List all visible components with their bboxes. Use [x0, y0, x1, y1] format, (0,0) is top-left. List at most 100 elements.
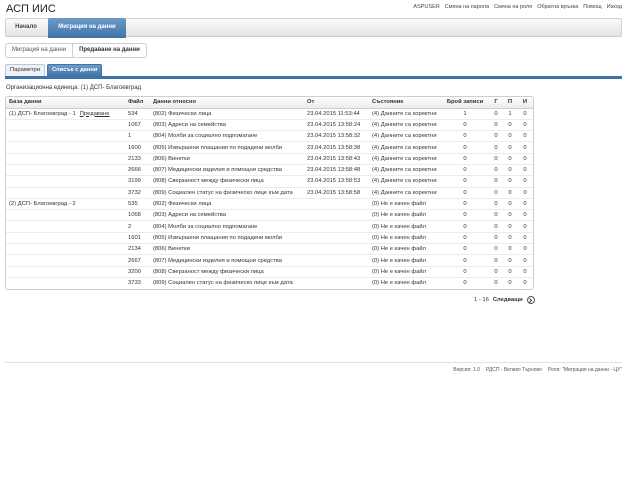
cell-count: 0 [441, 243, 489, 256]
cell-count-text: 0 [463, 223, 467, 230]
cell-status-text: (4) Данните са коректни [372, 121, 437, 128]
cell-data-about-text: (804) Молби за социално подпомагане [153, 133, 258, 140]
cell-p: 1 [503, 108, 517, 120]
cell-status: (0) Не е качен файл [369, 277, 441, 288]
cell-file-text: 1 [128, 133, 132, 140]
change-role-link[interactable]: Смяна на роля [494, 4, 532, 10]
cell-i: 0 [517, 141, 533, 154]
cell-file-text: 2666 [128, 167, 141, 174]
cell-p-text: 0 [508, 144, 512, 151]
cell-data-about: (803) Адреси на семейства [150, 119, 304, 132]
cell-file-text: 1601 [128, 234, 141, 241]
cell-file-text: 2134 [128, 246, 141, 253]
cell-from-text: 23.04.2015 13:58:43 [307, 155, 361, 162]
cell-status: (4) Данните са коректни [369, 187, 441, 199]
cell-p: 0 [503, 175, 517, 188]
cell-count: 0 [441, 187, 489, 199]
table-row: 3199 (808) Сверзаност между физически лиц… [6, 175, 533, 188]
footer-rdsp: РДСП - Велико Търново [485, 367, 542, 373]
cell-file-text: 2667 [128, 257, 141, 264]
cell-count-text: 0 [463, 121, 467, 128]
cell-status: (4) Данните са коректни [369, 164, 441, 177]
cell-status-text: (4) Данните са коректни [372, 144, 437, 151]
cell-status-text: (0) Не е качен файл [372, 268, 426, 275]
tab-parameters[interactable]: Параметри [5, 64, 45, 76]
change-password-link[interactable]: Смяна на парола [445, 4, 489, 10]
tab-data-list[interactable]: Списък с данни [46, 64, 103, 76]
feedback-link[interactable]: Обратна връзка [537, 4, 578, 10]
cell-status-text: (0) Не е качен файл [372, 234, 426, 241]
cell-i: 0 [517, 164, 533, 177]
cell-i: 0 [517, 232, 533, 245]
cell-file-text: 3199 [128, 178, 141, 185]
cell-file: 2133 [125, 153, 150, 165]
cell-data-about-text: (808) Сверзаност между физически лица [153, 268, 264, 275]
nav-data-migration[interactable]: Миграция на данни [48, 18, 126, 38]
cell-file: 2667 [125, 254, 150, 267]
table-row: (1) ДСП- Благоевград - 1 Предаване 534 (802… [6, 108, 533, 120]
cell-database-text: (1) ДСП- Благоевград - 1 [9, 110, 76, 117]
cell-g-text: 0 [494, 189, 498, 196]
cell-file: 1 [125, 130, 150, 143]
cell-g: 0 [489, 254, 503, 267]
cell-g: 0 [489, 209, 503, 222]
cell-data-about-text: (804) Молби за социално подпомагане [153, 223, 258, 230]
col-header-from[interactable]: От [304, 97, 369, 109]
cell-g-text: 0 [494, 178, 498, 185]
cell-from [304, 254, 369, 267]
top-links: ASPUSER Смяна на парола Смяна на роля Об… [413, 4, 622, 10]
cell-i: 0 [517, 243, 533, 256]
cell-from-text: 23.04.2015 13:58:38 [307, 144, 361, 151]
cell-count: 0 [441, 198, 489, 211]
data-table: База данни Файл Данни относно От Състоян… [6, 97, 533, 289]
col-header-p[interactable]: П [503, 97, 517, 109]
col-header-i[interactable]: И [517, 97, 533, 109]
cell-p: 0 [503, 254, 517, 267]
cell-database [6, 254, 125, 267]
col-header-database[interactable]: База данни [6, 97, 125, 109]
cell-g: 0 [489, 141, 503, 154]
cell-p-text: 0 [508, 234, 512, 241]
cell-g: 0 [489, 119, 503, 132]
table-row: 1 (804) Молби за социално подпомагане 23.0… [6, 130, 533, 143]
footer-role: Роля: "Миграция на данни - ЦУ" [547, 367, 622, 373]
pager: 1 - 16 Следващи [474, 296, 535, 304]
cell-data-about: (809) Социален статус на физическо лице … [150, 277, 304, 288]
cell-p: 0 [503, 141, 517, 154]
cell-i-text: 0 [523, 234, 527, 241]
chevron-right-icon[interactable] [526, 296, 535, 304]
col-header-data-about[interactable]: Данни относно [150, 97, 304, 109]
help-link[interactable]: Помощ [583, 4, 601, 10]
tab-bar: Параметри Списък с данни [5, 64, 103, 76]
cell-data-about: (808) Сверзаност между физически лица [150, 175, 304, 188]
breadcrumb-migration[interactable]: Миграция на данни [6, 44, 74, 57]
cell-g-text: 0 [494, 201, 498, 208]
cell-count-text: 0 [463, 280, 467, 287]
transfer-link[interactable]: Предаване [80, 111, 110, 117]
cell-status-text: (0) Не е качен файл [372, 201, 426, 208]
cell-from-text: 23.04.2015 13:58:24 [307, 121, 361, 128]
cell-count-text: 1 [463, 110, 467, 117]
nav-home[interactable]: Начало [6, 18, 46, 37]
cell-from-text: 23.04.2015 13:58:53 [307, 178, 361, 185]
table-row: 2667 (807) Медицински изделия и помощни с… [6, 254, 533, 267]
cell-data-about: (805) Извършени плащания по подадени мол… [150, 232, 304, 245]
col-header-g[interactable]: Г [489, 97, 503, 109]
user-link[interactable]: ASPUSER [413, 4, 439, 10]
cell-count-text: 0 [463, 257, 467, 264]
col-header-file[interactable]: Файл [125, 97, 150, 109]
cell-status: (0) Не е качен файл [369, 232, 441, 245]
cell-from: 23.04.2015 13:58:53 [304, 175, 369, 188]
cell-file: 1601 [125, 232, 150, 245]
col-header-count[interactable]: Брой записи [441, 97, 489, 109]
cell-p-text: 0 [508, 121, 512, 128]
tab-underline [5, 76, 622, 79]
logout-link[interactable]: Изход [607, 4, 622, 10]
cell-from: 23.04.2015 13:58:58 [304, 187, 369, 199]
cell-i: 0 [517, 175, 533, 188]
cell-p: 0 [503, 130, 517, 143]
cell-p: 0 [503, 153, 517, 165]
cell-g-text: 0 [494, 223, 498, 230]
col-header-status[interactable]: Състояние [369, 97, 441, 109]
pager-next-button[interactable]: Следващи [493, 297, 523, 303]
